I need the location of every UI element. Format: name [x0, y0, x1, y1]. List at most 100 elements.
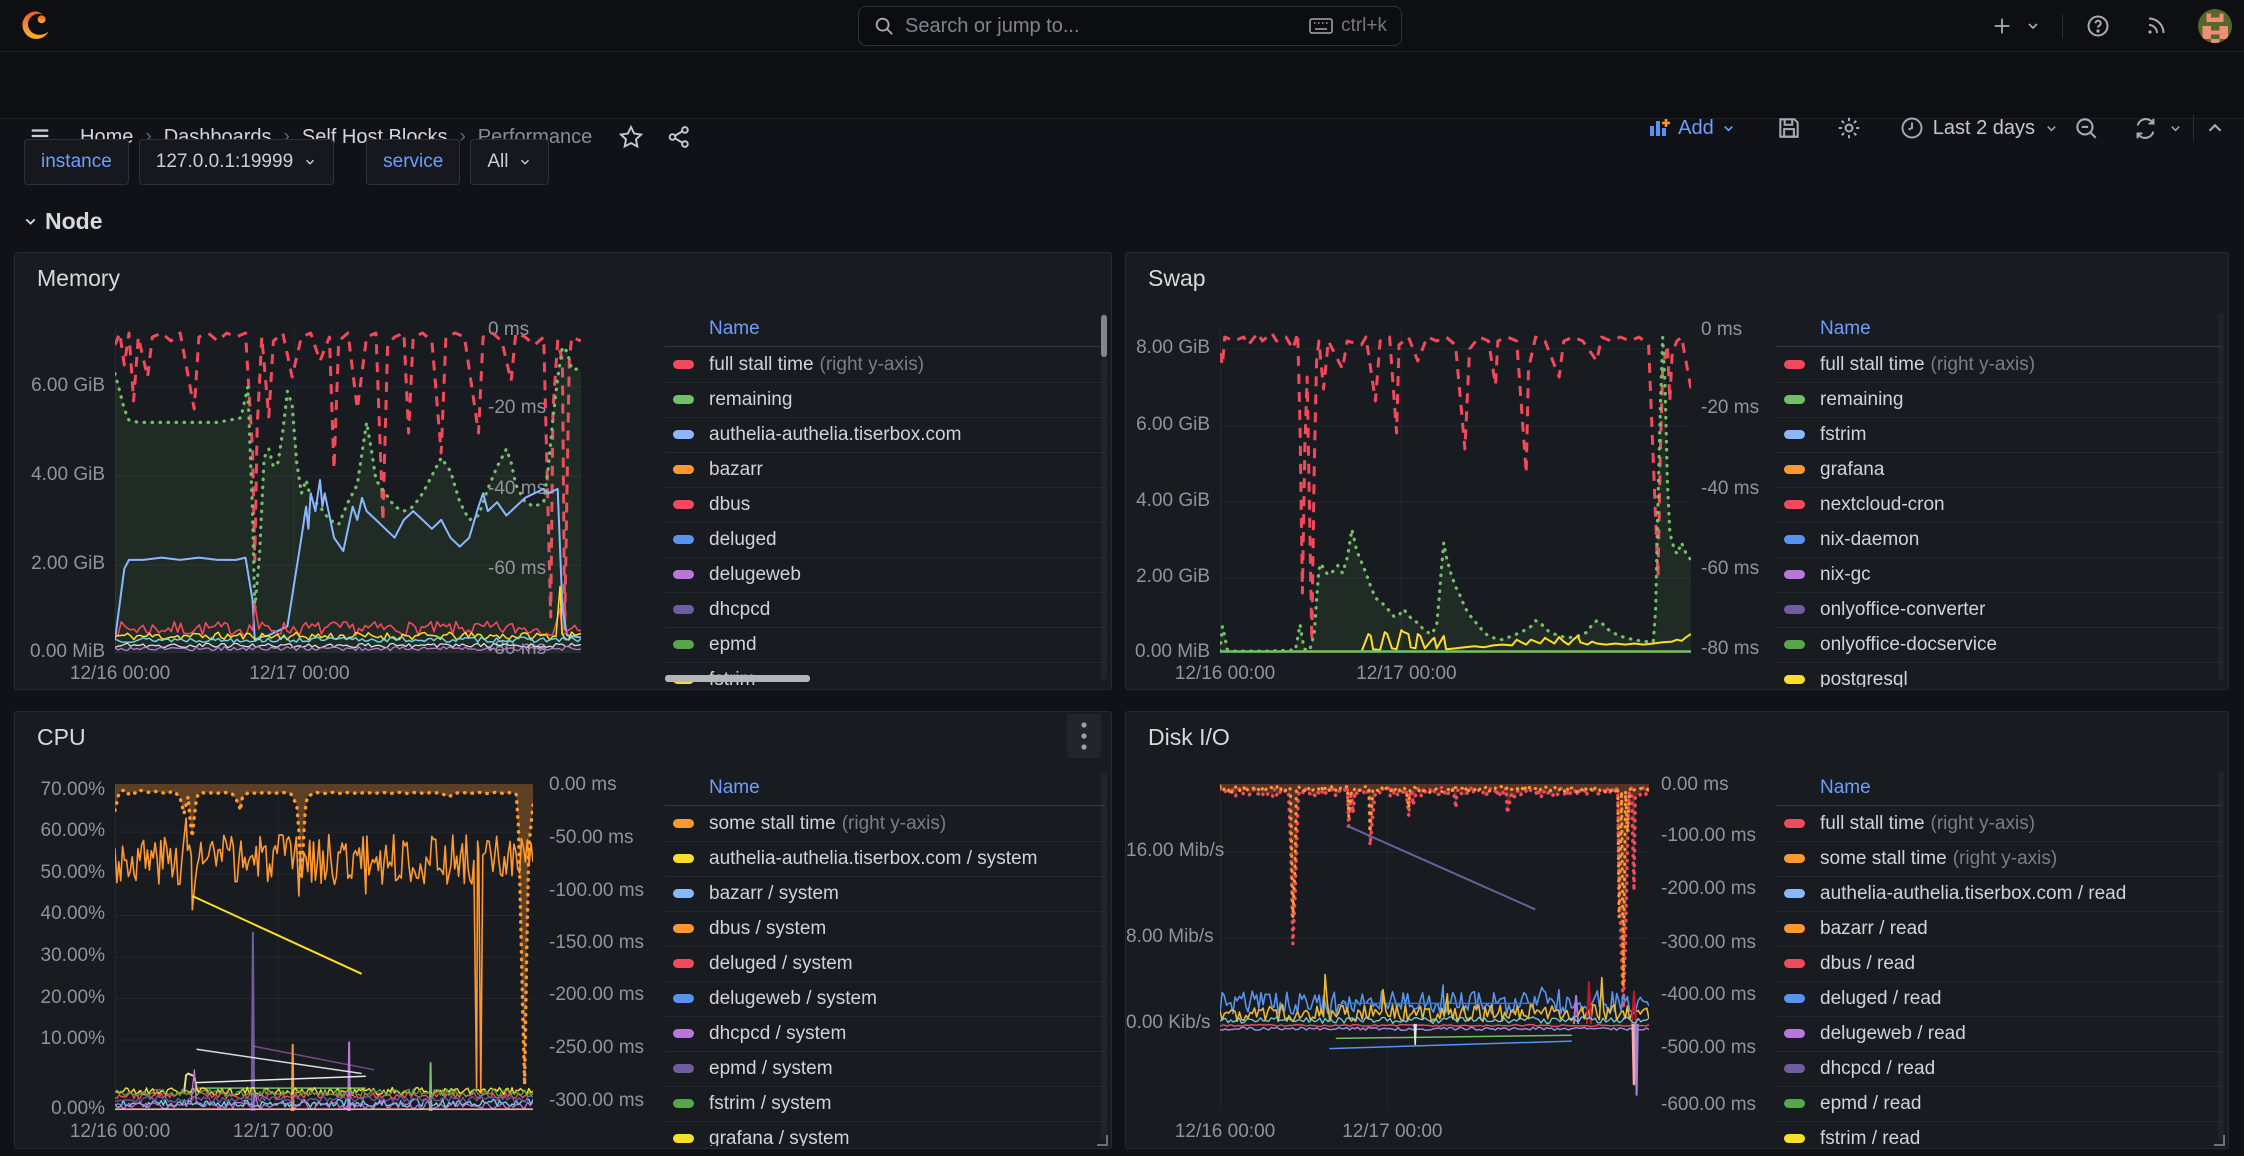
legend-item[interactable]: postgresql — [1776, 662, 2222, 687]
legend-item[interactable]: some stall time(right y-axis) — [1776, 841, 2222, 877]
legend-item[interactable]: delugeweb / system — [665, 981, 1105, 1017]
news-rss-icon[interactable] — [2140, 10, 2172, 42]
save-dashboard-icon[interactable] — [1776, 115, 1802, 141]
new-chevron-down-icon[interactable] — [2022, 10, 2044, 42]
search-icon — [873, 15, 895, 37]
time-series-plot[interactable] — [115, 327, 581, 653]
panel-title[interactable]: Swap — [1148, 265, 1206, 292]
chevron-down-icon — [518, 155, 532, 169]
zoom-out-icon[interactable] — [2073, 115, 2099, 141]
panel-resize-handle[interactable] — [2213, 1133, 2225, 1145]
legend-item[interactable]: remaining — [1776, 382, 2222, 418]
legend-item[interactable]: authelia-authelia.tiserbox.com — [665, 417, 1105, 453]
legend-scrollbar-track[interactable] — [2218, 313, 2224, 681]
time-series-plot[interactable] — [1220, 784, 1649, 1111]
x-axis-tick: 12/17 00:00 — [1356, 663, 1456, 685]
legend-item[interactable]: grafana / system — [665, 1121, 1105, 1146]
share-icon[interactable] — [666, 124, 692, 150]
legend-scrollbar-thumb[interactable] — [1101, 315, 1107, 357]
legend-item-label: full stall time — [1820, 813, 1925, 835]
y-axis-tick-right: -80 ms — [1701, 638, 1759, 660]
legend-scrollbar-track[interactable] — [1101, 313, 1107, 681]
legend-item-label: bazarr / system — [709, 883, 839, 905]
legend-item[interactable]: deluged / read — [1776, 981, 2222, 1017]
y-axis-tick-left: 0.00 Kib/s — [1126, 1012, 1210, 1034]
keyboard-shortcut: ctrl+k — [1309, 15, 1387, 37]
legend-item[interactable]: deluged / system — [665, 946, 1105, 982]
panel-resize-handle[interactable] — [1096, 1133, 1108, 1145]
legend-item[interactable]: full stall time(right y-axis) — [1776, 806, 2222, 842]
legend-item[interactable]: authelia-authelia.tiserbox.com / read — [1776, 876, 2222, 912]
collapse-toolbar-caret-icon[interactable] — [2204, 117, 2226, 139]
legend-item[interactable]: authelia-authelia.tiserbox.com / system — [665, 841, 1105, 877]
legend-item[interactable]: dhcpcd — [665, 592, 1105, 628]
legend-item[interactable]: onlyoffice-converter — [1776, 592, 2222, 628]
refresh-icon[interactable] — [2133, 116, 2158, 141]
series-color-swatch — [1784, 360, 1805, 369]
time-series-plot[interactable] — [115, 784, 533, 1111]
legend-scrollbar-track[interactable] — [1101, 772, 1107, 1140]
refresh-interval-chevron-icon[interactable] — [2168, 121, 2183, 136]
y-axis-tick-right: -20 ms — [1701, 397, 1759, 419]
variable-instance-select[interactable]: 127.0.0.1:19999 — [139, 139, 334, 185]
panel-title[interactable]: CPU — [37, 724, 86, 751]
legend-item[interactable]: bazarr — [665, 452, 1105, 488]
legend-item[interactable]: full stall time(right y-axis) — [1776, 347, 2222, 383]
time-range-picker[interactable]: Last 2 days — [1896, 116, 2063, 140]
legend-item[interactable]: dhcpcd / read — [1776, 1051, 2222, 1087]
legend-item[interactable]: fstrim / system — [665, 1086, 1105, 1122]
series-color-swatch — [673, 994, 694, 1003]
legend-item[interactable]: dbus / system — [665, 911, 1105, 947]
legend-header-name[interactable]: Name — [1776, 770, 2222, 806]
grafana-logo[interactable] — [18, 8, 54, 44]
legend-item[interactable]: nextcloud-cron — [1776, 487, 2222, 523]
legend-item[interactable]: epmd — [665, 627, 1105, 663]
time-series-plot[interactable] — [1220, 327, 1691, 653]
legend-item-label: nix-gc — [1820, 564, 1871, 586]
legend-header-name[interactable]: Name — [665, 311, 1105, 347]
legend-item[interactable]: dbus / read — [1776, 946, 2222, 982]
variable-service-select[interactable]: All — [470, 139, 549, 185]
legend-item[interactable]: remaining — [665, 382, 1105, 418]
legend-item[interactable]: fstrim / read — [1776, 1121, 2222, 1146]
series-color-swatch — [1784, 854, 1805, 863]
series-color-swatch — [673, 924, 694, 933]
legend-item[interactable]: nix-gc — [1776, 557, 2222, 593]
legend-item[interactable]: delugeweb / read — [1776, 1016, 2222, 1052]
legend-item[interactable]: onlyoffice-docservice — [1776, 627, 2222, 663]
legend-item[interactable]: grafana — [1776, 452, 2222, 488]
legend-header-name[interactable]: Name — [665, 770, 1105, 806]
new-button[interactable] — [1986, 10, 2018, 42]
legend-item[interactable]: epmd / read — [1776, 1086, 2222, 1122]
favorite-star-icon[interactable] — [618, 124, 644, 150]
legend-hscrollbar-thumb[interactable] — [665, 675, 810, 682]
search-input[interactable]: Search or jump to... ctrl+k — [858, 6, 1402, 46]
legend-scrollbar-track[interactable] — [2218, 772, 2224, 1140]
panel-title[interactable]: Memory — [37, 265, 120, 292]
legend-item[interactable]: delugeweb — [665, 557, 1105, 593]
panel-title[interactable]: Disk I/O — [1148, 724, 1230, 751]
legend-item-label: dbus / read — [1820, 953, 1915, 975]
legend-item[interactable]: fstrim — [1776, 417, 2222, 453]
legend-item[interactable]: deluged — [665, 522, 1105, 558]
legend-item[interactable]: epmd / system — [665, 1051, 1105, 1087]
legend-item-label: grafana — [1820, 459, 1884, 481]
help-icon[interactable] — [2082, 10, 2114, 42]
legend-item[interactable]: dhcpcd / system — [665, 1016, 1105, 1052]
legend-item[interactable]: nix-daemon — [1776, 522, 2222, 558]
dashboard-settings-icon[interactable] — [1836, 115, 1862, 141]
user-avatar[interactable] — [2198, 9, 2232, 43]
legend-item[interactable]: bazarr / system — [665, 876, 1105, 912]
legend-item[interactable]: full stall time(right y-axis) — [665, 347, 1105, 383]
legend-item[interactable]: some stall time(right y-axis) — [665, 806, 1105, 842]
legend-header-name[interactable]: Name — [1776, 311, 2222, 347]
dashboard-toolbar: Home › Dashboards › Self Host Blocks › P… — [0, 52, 2244, 119]
y-axis-tick-left: 70.00% — [15, 779, 105, 801]
add-chevron-down-icon — [1721, 121, 1736, 136]
legend-item[interactable]: bazarr / read — [1776, 911, 2222, 947]
y-axis-tick-left: 4.00 GiB — [1126, 490, 1210, 512]
row-node[interactable]: Node — [22, 208, 103, 235]
add-button[interactable]: Add — [1641, 116, 1742, 140]
panel-menu-kebab[interactable] — [1067, 714, 1101, 758]
legend-item[interactable]: dbus — [665, 487, 1105, 523]
